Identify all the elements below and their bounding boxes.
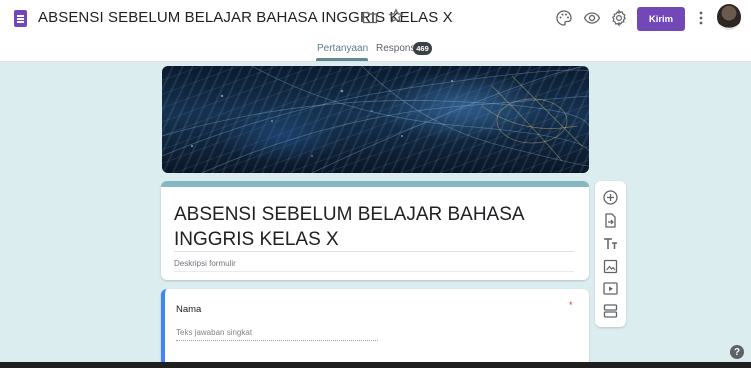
forms-icon[interactable] — [14, 10, 27, 27]
question-label: Nama — [176, 304, 202, 315]
description-divider — [174, 271, 574, 272]
required-asterisk: * — [569, 300, 573, 310]
answer-underline — [176, 340, 378, 341]
more-icon[interactable] — [698, 10, 704, 26]
add-question-icon[interactable] — [602, 189, 619, 206]
active-tab-indicator — [316, 58, 368, 61]
help-icon[interactable]: ? — [730, 345, 744, 359]
send-button[interactable]: Kirim — [637, 7, 685, 31]
form-description-field[interactable]: Deskripsi formulir — [174, 259, 236, 268]
response-count-badge: 469 — [413, 42, 432, 55]
top-bar: ABSENSI SEBELUM BELAJAR BAHASA INGGRIS K… — [0, 0, 751, 62]
add-image-icon[interactable] — [602, 258, 619, 275]
screen-bottom-edge — [0, 362, 751, 368]
eye-icon[interactable] — [583, 9, 601, 27]
add-video-icon[interactable] — [602, 280, 619, 297]
form-title[interactable]: ABSENSI SEBELUM BELAJAR BAHASA INGGRIS K… — [174, 202, 574, 252]
header-image — [162, 66, 589, 173]
palette-icon[interactable] — [555, 9, 573, 27]
star-icon[interactable] — [388, 8, 404, 24]
title-divider — [174, 251, 574, 252]
settings-icon[interactable] — [610, 9, 628, 27]
import-questions-icon[interactable] — [602, 212, 619, 229]
floating-toolbar — [595, 181, 626, 327]
add-section-icon[interactable] — [602, 302, 619, 319]
folder-icon[interactable] — [362, 10, 378, 24]
form-title-card: ABSENSI SEBELUM BELAJAR BAHASA INGGRIS K… — [161, 181, 589, 280]
add-title-icon[interactable] — [602, 235, 619, 252]
header-image-art — [162, 66, 589, 173]
avatar[interactable] — [717, 4, 741, 30]
tab-responses[interactable]: Respons — [376, 43, 415, 54]
short-answer-placeholder: Teks jawaban singkat — [176, 328, 253, 337]
question-card[interactable]: Nama * Teks jawaban singkat — [161, 289, 589, 367]
tab-questions[interactable]: Pertanyaan — [317, 43, 368, 54]
